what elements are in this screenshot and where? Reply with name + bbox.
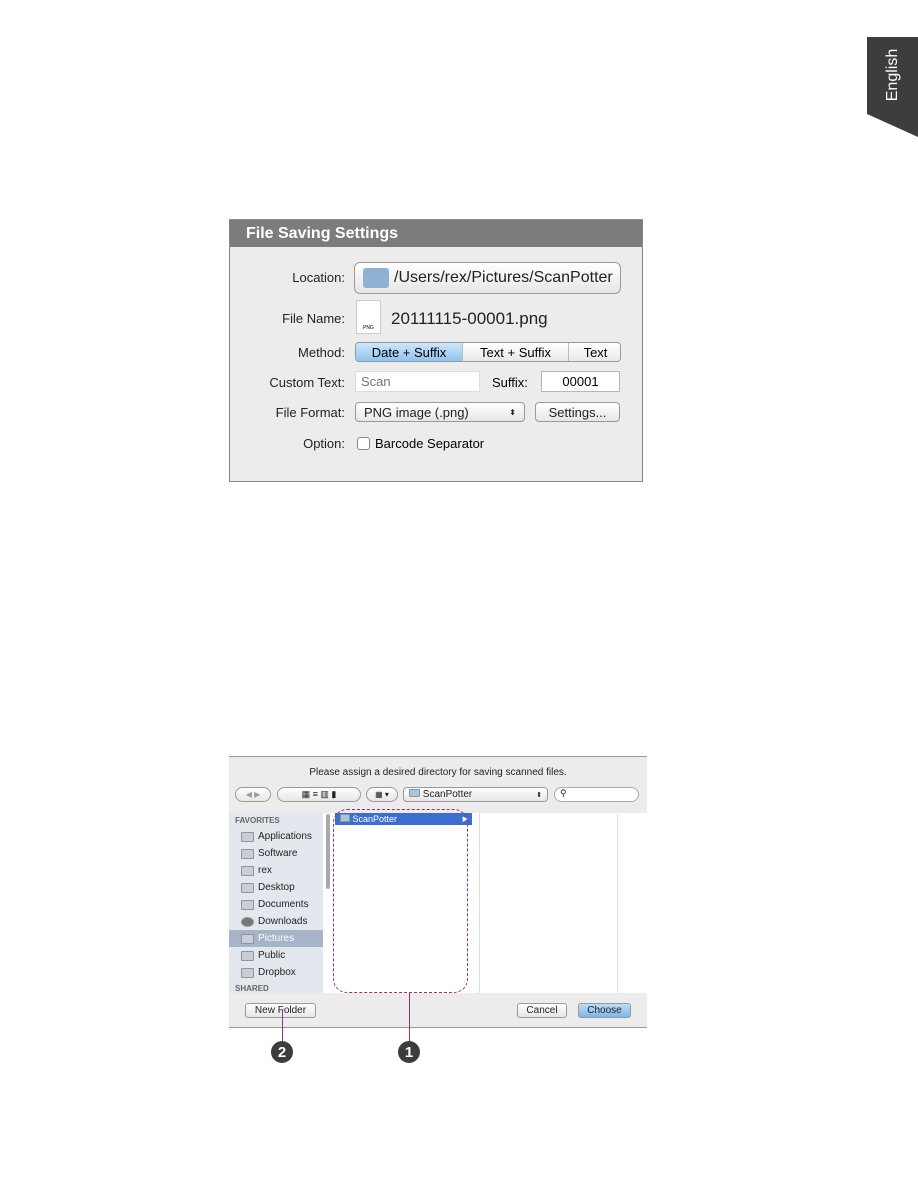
sidebar-item-public[interactable]: Public: [229, 947, 323, 964]
sidebar-item-desktop[interactable]: Desktop: [229, 879, 323, 896]
path-popup[interactable]: ScanPotter ⬍: [403, 787, 548, 802]
file-saving-settings-panel: File Saving Settings Location: /Users/re…: [229, 219, 643, 482]
method-text[interactable]: Text: [569, 343, 620, 361]
settings-button[interactable]: Settings...: [535, 402, 620, 422]
method-text-suffix[interactable]: Text + Suffix: [463, 343, 569, 361]
barcode-checkbox[interactable]: [357, 437, 370, 450]
suffix-label: Suffix:: [492, 375, 528, 390]
favorites-header: FAVORITES: [235, 816, 280, 825]
suffix-input[interactable]: 00001: [541, 371, 620, 392]
file-name-label: File Name:: [282, 311, 345, 326]
folder-icon: [363, 268, 389, 288]
column-divider[interactable]: [479, 813, 480, 993]
sidebar-item-documents[interactable]: Documents: [229, 896, 323, 913]
panel-title: File Saving Settings: [230, 220, 642, 247]
folder-icon: [241, 848, 254, 859]
applications-icon: [241, 831, 254, 842]
documents-icon: [241, 899, 254, 910]
file-format-label: File Format:: [275, 405, 345, 420]
callout-2-line: [282, 1010, 283, 1041]
view-mode-buttons[interactable]: ▦ ≡ ▥ ▮: [277, 787, 361, 802]
method-label: Method:: [298, 345, 345, 360]
arrange-button[interactable]: ▦ ▾: [366, 787, 398, 802]
file-name-value: 20111115-00001.png: [391, 309, 548, 328]
sidebar-item-rex[interactable]: rex: [229, 862, 323, 879]
callout-badge-2: 2: [271, 1041, 293, 1063]
custom-text-input[interactable]: [355, 371, 480, 392]
sidebar-item-applications[interactable]: Applications: [229, 828, 323, 845]
desktop-icon: [241, 882, 254, 893]
folder-icon: [241, 950, 254, 961]
column-browser: ScanPotter ▶: [323, 809, 647, 993]
location-path: /Users/rex/Pictures/ScanPotter: [394, 269, 613, 286]
sidebar-item-pictures[interactable]: Pictures: [229, 930, 323, 947]
dialog-message: Please assign a desired directory for sa…: [309, 767, 567, 778]
location-button[interactable]: /Users/rex/Pictures/ScanPotter: [354, 262, 621, 294]
language-tab-label: English: [883, 48, 901, 102]
method-date-suffix[interactable]: Date + Suffix: [356, 343, 463, 361]
method-segmented-control: Date + Suffix Text + Suffix Text: [355, 342, 621, 362]
folder-icon: [241, 967, 254, 978]
updown-arrows-icon: ⬍: [509, 407, 516, 417]
sidebar-scrollbar[interactable]: [326, 814, 330, 889]
option-label: Option:: [303, 436, 345, 451]
cancel-button[interactable]: Cancel: [517, 1003, 567, 1018]
language-tab: English: [867, 37, 918, 137]
shared-header: SHARED: [235, 984, 269, 993]
home-icon: [241, 865, 254, 876]
location-label: Location:: [292, 270, 345, 285]
callout-badge-1: 1: [398, 1041, 420, 1063]
camera-icon: [241, 933, 254, 944]
column-divider[interactable]: [617, 813, 618, 993]
back-forward-buttons[interactable]: ◀ ▶: [235, 787, 271, 802]
highlight-callout-1: [333, 809, 468, 993]
sidebar-item-software[interactable]: Software: [229, 845, 323, 862]
png-file-icon: PNG: [356, 300, 381, 334]
search-field[interactable]: ⚲: [554, 787, 639, 802]
choose-button[interactable]: Choose: [578, 1003, 631, 1018]
new-folder-button[interactable]: New Folder: [245, 1003, 316, 1018]
custom-text-label: Custom Text:: [269, 375, 345, 390]
file-format-select[interactable]: PNG image (.png) ⬍: [355, 402, 525, 422]
sidebar-item-downloads[interactable]: Downloads: [229, 913, 323, 930]
downloads-icon: [241, 916, 254, 927]
sidebar-item-dropbox[interactable]: Dropbox: [229, 964, 323, 981]
barcode-label: Barcode Separator: [375, 436, 485, 451]
sidebar: FAVORITES Applications Software rex Desk…: [229, 813, 323, 993]
choose-folder-dialog: Please assign a desired directory for sa…: [229, 756, 647, 1028]
search-icon: ⚲: [560, 788, 567, 798]
folder-icon: [409, 789, 420, 797]
callout-1-line: [409, 993, 410, 1041]
